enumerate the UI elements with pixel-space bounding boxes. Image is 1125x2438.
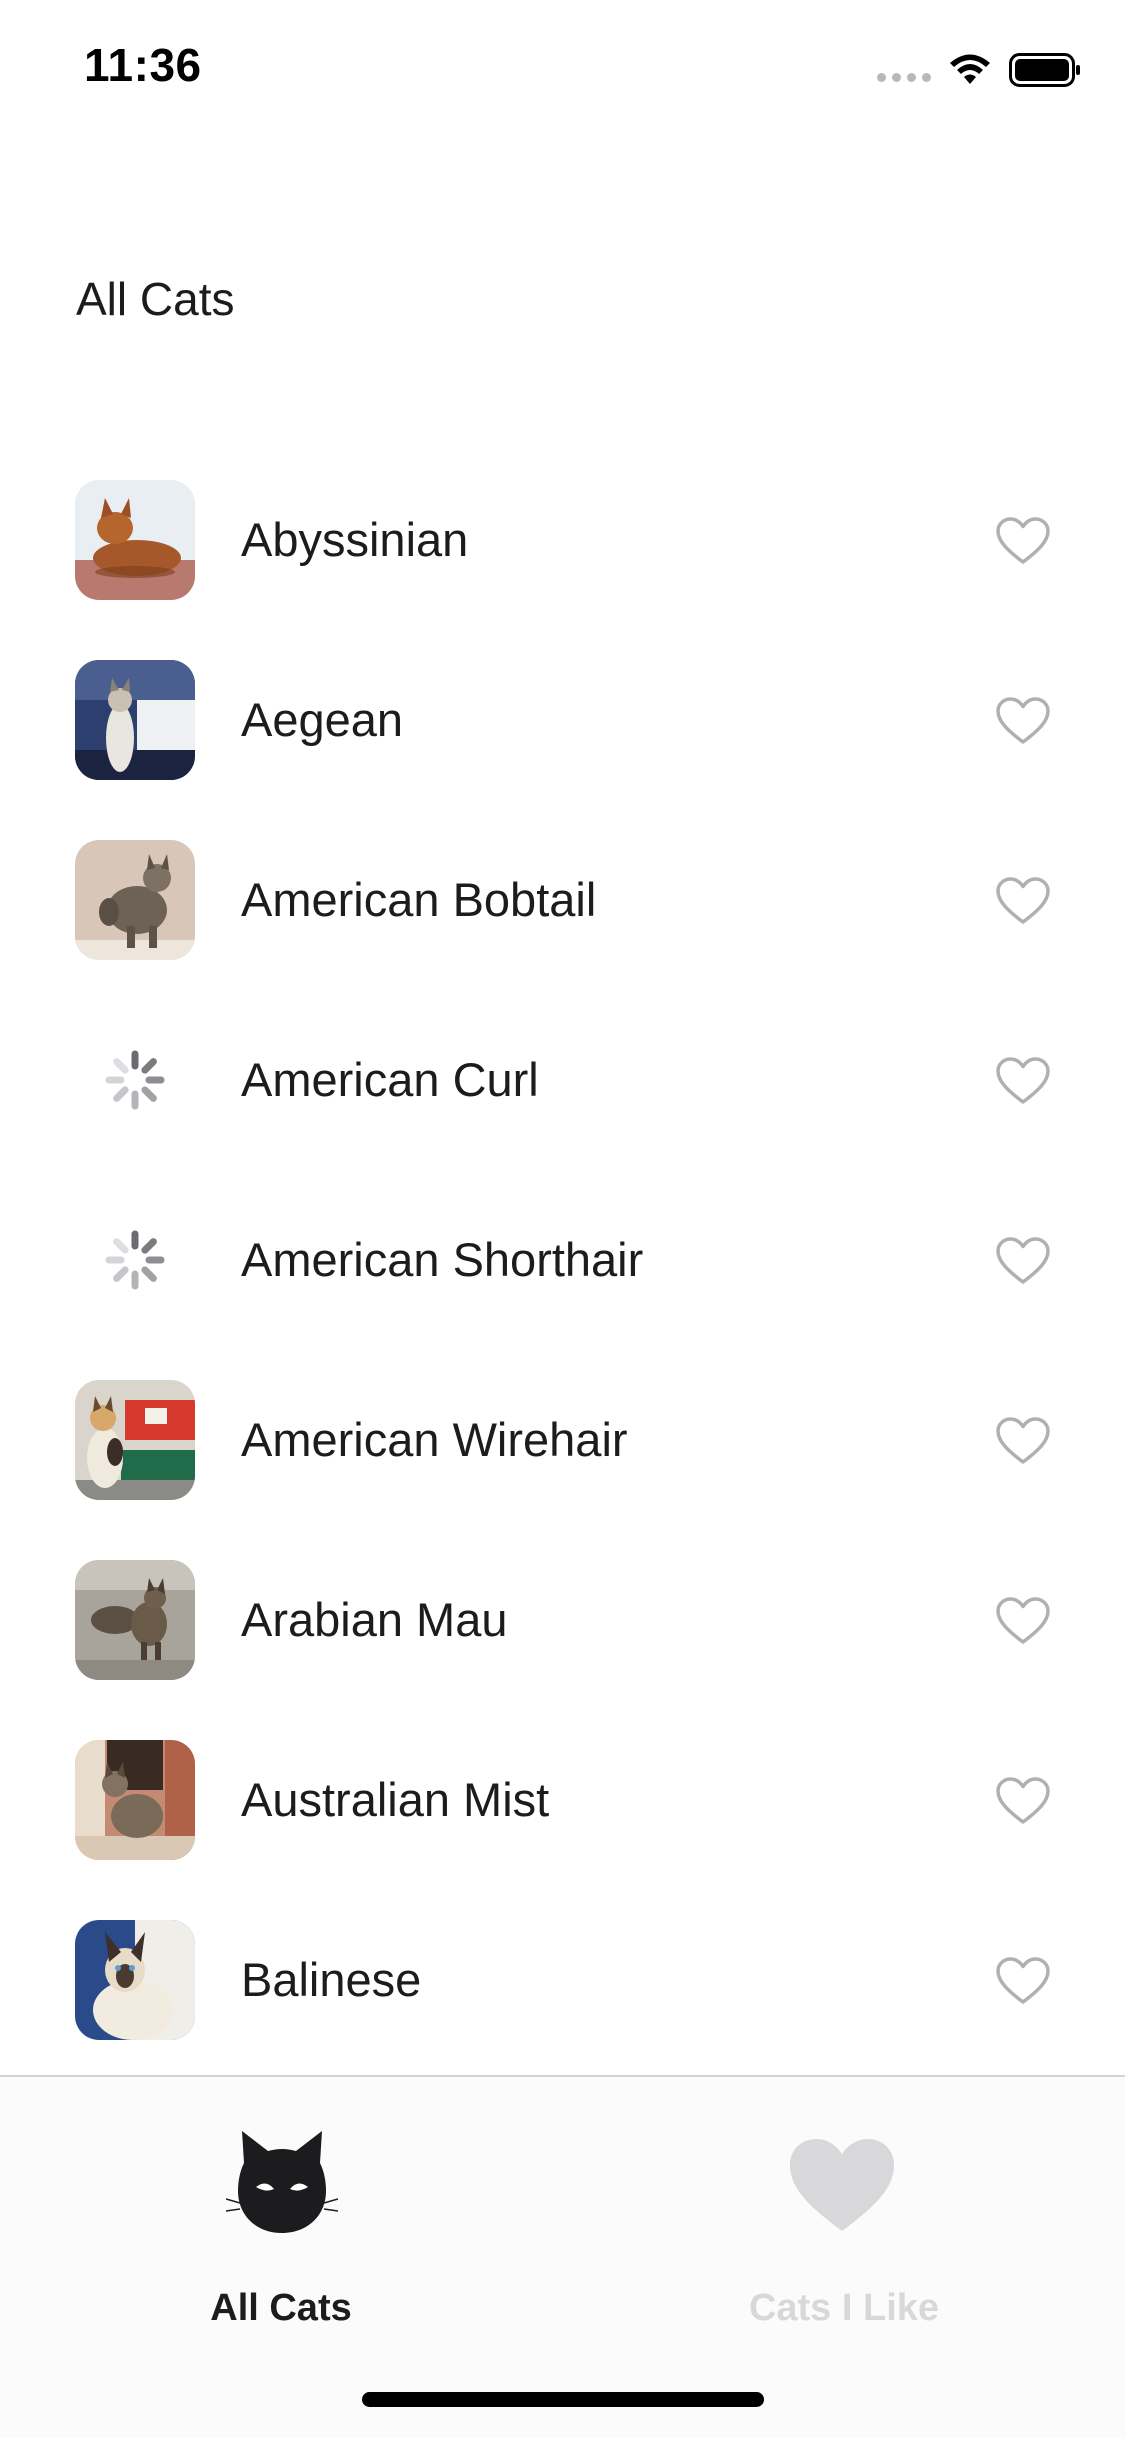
cat-name: Aegean <box>241 693 404 746</box>
like-button[interactable] <box>992 510 1054 572</box>
battery-icon <box>1009 53 1080 87</box>
cellular-signal-icon <box>877 72 931 82</box>
tab-label: Cats I Like <box>748 2287 940 2329</box>
cat-name: American Shorthair <box>241 1233 644 1286</box>
cat-name: American Curl <box>241 1053 539 1106</box>
like-button[interactable] <box>992 1950 1054 2012</box>
wifi-icon <box>950 54 990 84</box>
cat-name: Abyssinian <box>241 513 469 566</box>
like-button[interactable] <box>992 1050 1054 1112</box>
like-button[interactable] <box>992 1590 1054 1652</box>
loading-spinner-icon <box>75 1200 195 1320</box>
cat-name: American Wirehair <box>241 1413 628 1466</box>
status-icons <box>877 50 1081 90</box>
cat-face-icon <box>226 2131 338 2233</box>
list-item[interactable]: Aegean <box>0 630 1125 810</box>
like-button[interactable] <box>992 1230 1054 1292</box>
list-item[interactable]: Australian Mist <box>0 1710 1125 1890</box>
tab-bar: All Cats Cats I Like <box>0 2075 1125 2438</box>
list-item[interactable]: American Wirehair <box>0 1350 1125 1530</box>
list-item[interactable]: Balinese <box>0 1890 1125 2070</box>
cat-name: Arabian Mau <box>241 1593 508 1646</box>
tab-cats-i-like[interactable]: Cats I Like <box>563 2077 1125 2357</box>
list-item[interactable]: American Bobtail <box>0 810 1125 990</box>
like-button[interactable] <box>992 870 1054 932</box>
like-button[interactable] <box>992 1410 1054 1472</box>
page-title: All Cats <box>76 273 235 325</box>
heart-outline-icon <box>996 1597 1050 1644</box>
cat-thumbnail <box>75 1560 195 1680</box>
list-item[interactable]: American Shorthair <box>0 1170 1125 1350</box>
list-item[interactable]: Arabian Mau <box>0 1530 1125 1710</box>
like-button[interactable] <box>992 1770 1054 1832</box>
heart-filled-icon <box>790 2139 894 2231</box>
heart-outline-icon <box>996 517 1050 564</box>
cat-thumbnail <box>75 1920 195 2040</box>
tab-label: All Cats <box>210 2287 352 2329</box>
heart-outline-icon <box>996 1417 1050 1464</box>
heart-outline-icon <box>996 1057 1050 1104</box>
heart-outline-icon <box>996 1777 1050 1824</box>
loading-spinner-icon <box>75 1020 195 1140</box>
cat-name: Balinese <box>241 1953 422 2006</box>
heart-outline-icon <box>996 877 1050 924</box>
heart-outline-icon <box>996 1237 1050 1284</box>
cat-thumbnail <box>75 840 195 960</box>
cat-list[interactable]: Abyssinian Aegean American Bobtail Ameri… <box>0 450 1125 2070</box>
list-item[interactable]: Abyssinian <box>0 450 1125 630</box>
like-button[interactable] <box>992 690 1054 752</box>
heart-outline-icon <box>996 697 1050 744</box>
home-indicator <box>362 2392 764 2407</box>
heart-outline-icon <box>996 1957 1050 2004</box>
cat-thumbnail <box>75 1380 195 1500</box>
status-time: 11:36 <box>84 39 202 91</box>
cat-thumbnail <box>75 660 195 780</box>
cat-thumbnail <box>75 1740 195 1860</box>
status-bar: 11:36 <box>0 0 1125 132</box>
tab-all-cats[interactable]: All Cats <box>0 2077 562 2357</box>
cat-name: Australian Mist <box>241 1773 550 1826</box>
cat-thumbnail <box>75 480 195 600</box>
list-item[interactable]: American Curl <box>0 990 1125 1170</box>
cat-name: American Bobtail <box>241 873 597 926</box>
